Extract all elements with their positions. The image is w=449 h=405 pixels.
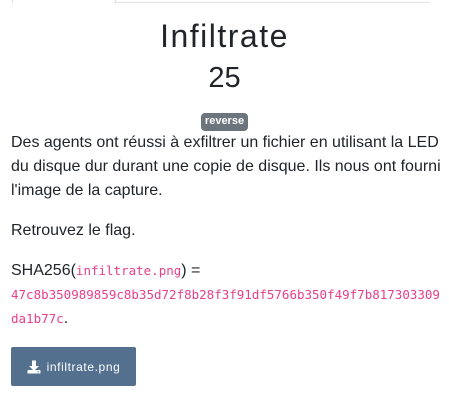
sha-equals: ) = — [181, 262, 201, 279]
sha256-line: SHA256(infiltrate.png) = 47c8b350989859c8… — [11, 259, 447, 331]
category-badge-wrap: reverse — [0, 111, 449, 131]
challenge-title: Infiltrate — [160, 18, 289, 54]
sha-filename: infiltrate.png — [75, 263, 182, 278]
download-button[interactable]: infiltrate.png — [11, 347, 136, 386]
sha-hash: 47c8b350989859c8b35d72f8b28f3f91df5766b3… — [11, 287, 440, 326]
download-label: infiltrate.png — [46, 359, 121, 374]
challenge-points: 25 — [208, 62, 241, 94]
tab-divider — [114, 2, 430, 3]
active-tab[interactable] — [12, 0, 116, 3]
challenge-instruction: Retrouvez le flag. — [11, 222, 136, 239]
sha-end: . — [63, 310, 69, 327]
tab-bar — [0, 0, 449, 4]
challenge-description: Des agents ont réussi à exfiltrer un fic… — [11, 134, 441, 199]
download-icon — [27, 360, 41, 373]
sha-prefix: SHA256( — [11, 262, 76, 279]
category-badge: reverse — [200, 113, 249, 131]
